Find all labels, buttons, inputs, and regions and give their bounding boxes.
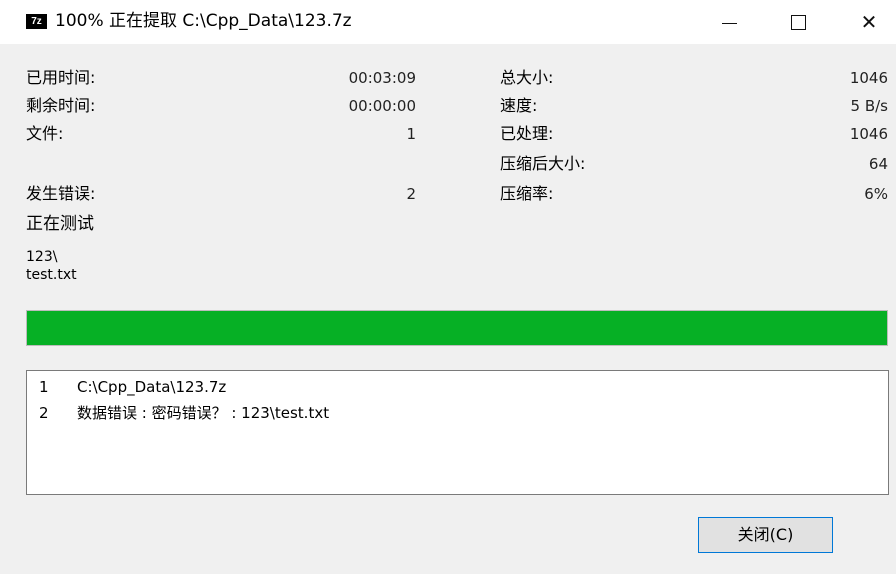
current-file: test.txt (26, 267, 77, 283)
files-label: 文件: (26, 124, 64, 143)
compression-ratio-label: 压缩率: (500, 184, 554, 203)
close-window-button[interactable]: ✕ (846, 0, 892, 44)
errors-value: 2 (406, 185, 416, 203)
compressed-size-label: 压缩后大小: (500, 154, 586, 173)
remaining-time-label: 剩余时间: (26, 96, 96, 115)
log-row-number: 2 (39, 404, 49, 422)
elapsed-time-label: 已用时间: (26, 68, 96, 87)
title-bar: 7z 100% 正在提取 C:\Cpp_Data\123.7z ✕ (0, 0, 896, 44)
close-button[interactable]: 关闭(C) (698, 517, 833, 553)
progress-bar (26, 310, 888, 346)
operation-status: 正在测试 (26, 214, 94, 234)
processed-value: 1046 (849, 125, 888, 143)
speed-value: 5 B/s (850, 97, 888, 115)
log-row-text: 数据错误 : 密码错误？ : 123\test.txt (77, 404, 330, 422)
message-log[interactable]: 1 C:\Cpp_Data\123.7z 2 数据错误 : 密码错误？ : 12… (26, 370, 889, 495)
maximize-button[interactable] (775, 0, 821, 44)
files-value: 1 (406, 125, 416, 143)
errors-label: 发生错误: (26, 184, 96, 203)
processed-label: 已处理: (500, 124, 554, 143)
total-size-value: 1046 (849, 69, 888, 87)
minimize-icon (722, 23, 737, 24)
speed-label: 速度: (500, 96, 538, 115)
compression-ratio-value: 6% (864, 185, 888, 203)
remaining-time-value: 00:00:00 (348, 97, 416, 115)
total-size-label: 总大小: (500, 68, 554, 87)
current-path: 123\ (26, 249, 58, 265)
progress-fill (27, 311, 887, 345)
elapsed-time-value: 00:03:09 (348, 69, 416, 87)
maximize-icon (791, 15, 806, 30)
window-title: 100% 正在提取 C:\Cpp_Data\123.7z (55, 11, 352, 31)
minimize-button[interactable] (706, 0, 752, 44)
7zip-app-icon: 7z (26, 14, 47, 29)
close-icon: ✕ (860, 10, 878, 34)
compressed-size-value: 64 (868, 155, 888, 173)
log-row-text: C:\Cpp_Data\123.7z (77, 378, 227, 396)
log-row-number: 1 (39, 378, 49, 396)
